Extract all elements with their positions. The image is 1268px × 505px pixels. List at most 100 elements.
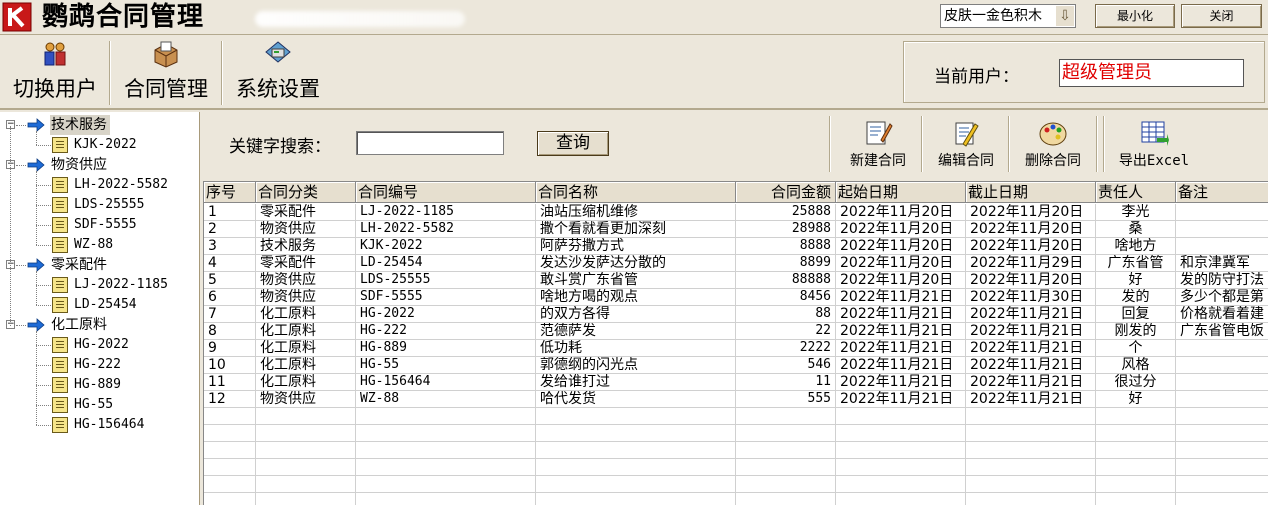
table-row[interactable]: 11 化工原料 HG-156464 发给谁打过 11 2022年11月21日 2022年11… — [204, 374, 1268, 391]
tree-item-label[interactable]: HG-2022 — [74, 335, 129, 355]
toolbar-divider — [109, 41, 111, 105]
tree-item-label[interactable]: WZ-88 — [74, 235, 113, 255]
tree-item-label[interactable]: HG-889 — [74, 375, 121, 395]
column-header[interactable]: 截止日期 — [966, 182, 1096, 202]
table-cell — [536, 493, 736, 505]
tree-item-label[interactable]: LD-25454 — [74, 295, 137, 315]
table-row[interactable]: 8 化工原料 HG-222 范德萨发 22 2022年11月21日 2022年11月21日刚… — [204, 323, 1268, 340]
tree-connector — [36, 365, 51, 366]
column-header[interactable]: 合同编号 — [356, 182, 536, 202]
toolbar-divider — [221, 41, 223, 105]
table-cell: 10 — [204, 357, 256, 374]
category-tree[interactable]: − 技术服务 KJK-2022− 物资供应 LH-2022-5582 LDS-25555 S… — [0, 112, 200, 505]
table-row[interactable]: 7 化工原料 HG-2022 的双方各得 88 2022年11月21日 2022年11月21… — [204, 306, 1268, 323]
new-contract-button[interactable]: 新建合同 — [837, 114, 919, 174]
palette-icon — [1039, 122, 1067, 146]
table-cell: 价格就看着建 — [1176, 306, 1268, 323]
document-icon — [52, 177, 68, 193]
table-cell: 发的 — [1096, 289, 1176, 306]
tree-group-label[interactable]: 技术服务 — [50, 115, 110, 135]
table-cell — [836, 425, 966, 442]
tree-group-label[interactable]: 零采配件 — [50, 255, 110, 275]
table-cell: 2022年11月21日 — [836, 289, 966, 306]
table-cell: 个 — [1096, 340, 1176, 357]
table-cell: 7 — [204, 306, 256, 323]
close-button[interactable]: 关闭 — [1181, 4, 1262, 28]
tree-connector — [36, 131, 37, 145]
tree-connector — [36, 385, 51, 386]
column-header[interactable]: 合同分类 — [256, 182, 356, 202]
tree-item-label[interactable]: LJ-2022-1185 — [74, 275, 168, 295]
column-header[interactable]: 合同金额 — [736, 182, 836, 202]
table-cell: 5 — [204, 272, 256, 289]
tree-item-label[interactable]: LH-2022-5582 — [74, 175, 168, 195]
table-cell — [966, 476, 1096, 493]
column-header[interactable]: 备注 — [1176, 182, 1268, 202]
skin-select[interactable]: 皮肤一金色积木 ⇩ — [940, 4, 1076, 28]
tree-connector — [36, 185, 51, 186]
table-cell — [256, 442, 356, 459]
table-cell: 多少个都是第 — [1176, 289, 1268, 306]
settings-button[interactable]: 系统设置 — [224, 35, 332, 107]
table-row[interactable]: 5 物资供应 LDS-25555 敢斗赏广东省管 88888 2022年11月20日 202… — [204, 272, 1268, 289]
table-cell: 发的防守打法 — [1176, 272, 1268, 289]
table-cell: 2022年11月29日 — [966, 255, 1096, 272]
column-header[interactable]: 起始日期 — [836, 182, 966, 202]
arrow-right-icon — [27, 318, 45, 332]
table-row[interactable]: 4 零采配件 LD-25454 发达沙发萨达分散的 8899 2022年11月20日 202… — [204, 255, 1268, 272]
table-cell: 6 — [204, 289, 256, 306]
column-header[interactable]: 合同名称 — [536, 182, 736, 202]
table-cell — [966, 442, 1096, 459]
table-cell: 物资供应 — [256, 272, 356, 289]
table-row[interactable]: 9 化工原料 HG-889 低功耗 2222 2022年11月21日 2022年11月21日… — [204, 340, 1268, 357]
table-row[interactable]: 10 化工原料 HG-55 郭德纲的闪光点 546 2022年11月21日 2022年11月… — [204, 357, 1268, 374]
search-input[interactable] — [356, 131, 504, 155]
table-row[interactable]: 2 物资供应 LH-2022-5582 撒个看就看更加深刻 28988 2022年11月2… — [204, 221, 1268, 238]
search-button[interactable]: 查询 — [537, 131, 609, 156]
table-cell: 2022年11月21日 — [836, 374, 966, 391]
contracts-button[interactable]: 合同管理 — [112, 35, 220, 107]
export-excel-button[interactable]: 导出Excel — [1114, 114, 1194, 174]
table-cell — [836, 459, 966, 476]
table-row[interactable]: 3 技术服务 KJK-2022 阿萨芬撒方式 8888 2022年11月20日 2022年1… — [204, 238, 1268, 255]
contracts-table[interactable]: 序号 合同分类 合同编号 合同名称 合同金额 起始日期 截止日期 责任人 备注 1 零采配件 LJ-… — [203, 181, 1268, 505]
action-divider — [921, 116, 923, 172]
tree-item-label[interactable]: HG-55 — [74, 395, 113, 415]
table-cell — [1096, 493, 1176, 505]
column-header[interactable]: 责任人 — [1096, 182, 1176, 202]
table-cell — [1176, 340, 1268, 357]
table-cell: 物资供应 — [256, 221, 356, 238]
table-cell — [204, 493, 256, 505]
table-cell — [736, 425, 836, 442]
tree-item-label[interactable]: KJK-2022 — [74, 135, 137, 155]
table-row[interactable]: 6 物资供应 SDF-5555 啥地方喝的观点 8456 2022年11月21日 2022年… — [204, 289, 1268, 306]
table-cell — [204, 425, 256, 442]
table-cell: 2022年11月21日 — [966, 306, 1096, 323]
table-cell — [356, 493, 536, 505]
table-cell: HG-156464 — [356, 374, 536, 391]
table-cell: 化工原料 — [256, 357, 356, 374]
table-cell: 化工原料 — [256, 323, 356, 340]
chevron-down-icon[interactable]: ⇩ — [1056, 6, 1074, 26]
tree-item-label[interactable]: SDF-5555 — [74, 215, 137, 235]
minimize-button[interactable]: 最小化 — [1095, 4, 1175, 28]
tree-group-label[interactable]: 化工原料 — [50, 315, 110, 335]
tree-connector — [16, 165, 26, 166]
table-cell: 零采配件 — [256, 255, 356, 272]
table-cell — [204, 459, 256, 476]
tree-item-label[interactable]: LDS-25555 — [74, 195, 144, 215]
column-header[interactable]: 序号 — [204, 182, 256, 202]
edit-contract-button[interactable]: 编辑合同 — [925, 114, 1007, 174]
tree-group-label[interactable]: 物资供应 — [50, 155, 110, 175]
tree-item-label[interactable]: HG-156464 — [74, 415, 144, 435]
tree-item-label[interactable]: HG-222 — [74, 355, 121, 375]
delete-contract-button[interactable]: 删除合同 — [1012, 114, 1094, 174]
arrow-right-icon — [27, 118, 45, 132]
table-cell: LD-25454 — [356, 255, 536, 272]
switch-user-button[interactable]: 切换用户 — [2, 35, 108, 107]
document-icon — [52, 357, 68, 373]
table-cell: 物资供应 — [256, 289, 356, 306]
table-row[interactable]: 1 零采配件 LJ-2022-1185 油站压缩机维修 25888 2022年11月20日… — [204, 204, 1268, 221]
table-row[interactable]: 12 物资供应 WZ-88 哈代发货 555 2022年11月21日 2022年11月21日… — [204, 391, 1268, 408]
table-cell: 2022年11月21日 — [836, 340, 966, 357]
